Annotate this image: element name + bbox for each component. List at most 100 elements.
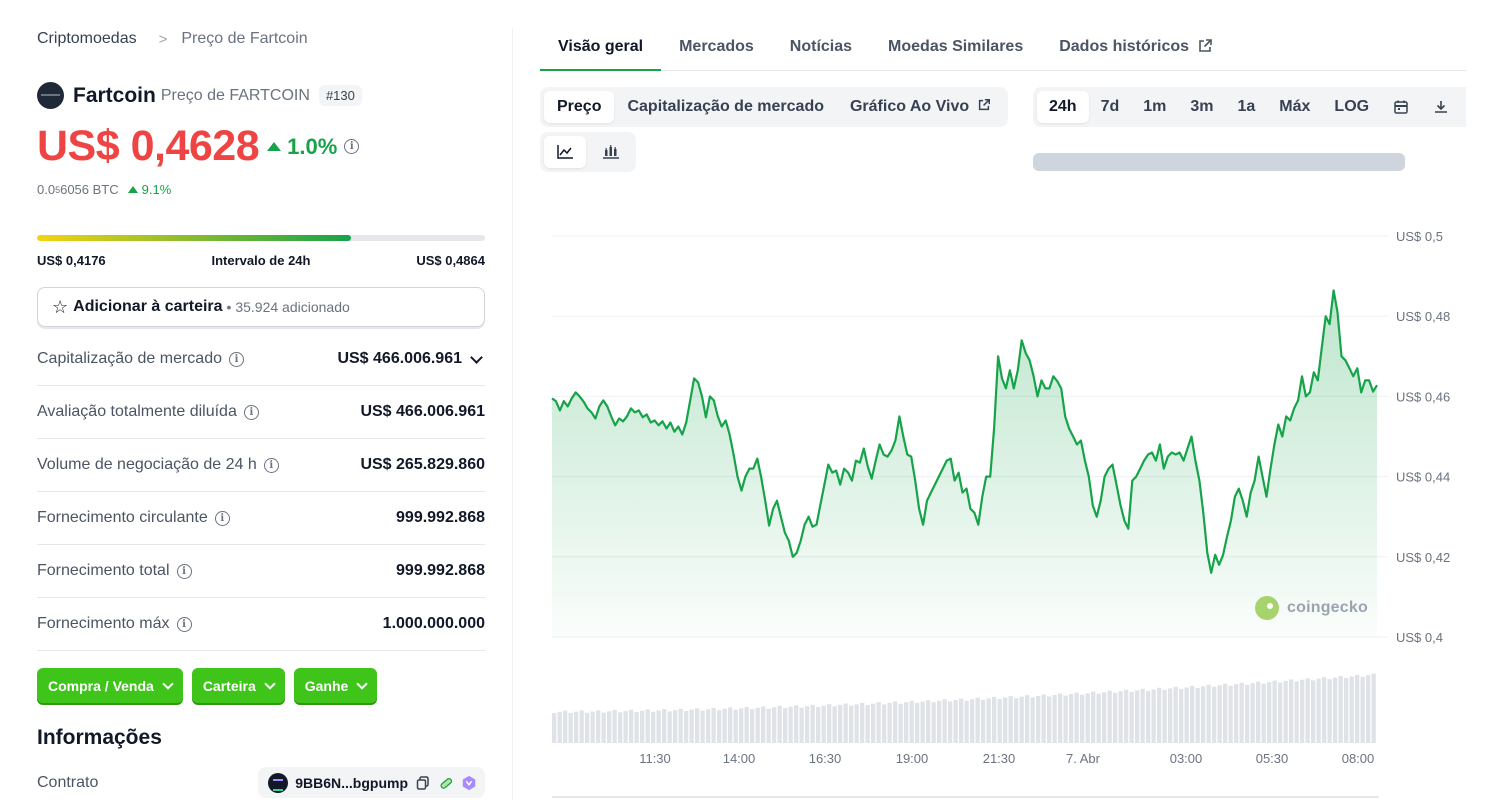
- info-icon[interactable]: i: [243, 404, 259, 420]
- price-chart[interactable]: US$ 0,4 US$ 0,42 US$ 0,44 US$ 0,46 US$ 0,48 U…: [540, 200, 1466, 800]
- range-3m[interactable]: 3m: [1178, 91, 1225, 123]
- chart-tab-live-label: Gráfico Ao Vivo: [849, 98, 970, 115]
- y-tick-label: US$ 0,5: [1396, 229, 1443, 244]
- metamask-icon[interactable]: [461, 775, 477, 791]
- price-row: US$ 0,4628 1.0% i: [37, 122, 360, 171]
- volume-bar: [722, 708, 727, 743]
- range-log[interactable]: LOG: [1322, 91, 1381, 123]
- volume-bar: [744, 707, 749, 743]
- volume-bar: [1349, 676, 1354, 743]
- x-tick-label: 03:00: [1170, 751, 1203, 766]
- info-icon[interactable]: i: [214, 510, 230, 526]
- stat-row-volume: Volume de negociação de 24 h i US$ 265.82…: [37, 439, 485, 492]
- volume-bar: [1030, 697, 1035, 743]
- volume-bar: [871, 703, 876, 743]
- tab-markets[interactable]: Mercados: [661, 26, 772, 71]
- volume-bar: [1069, 694, 1074, 743]
- wallet-button[interactable]: Carteira: [191, 668, 285, 703]
- candlestick-icon[interactable]: [590, 136, 632, 168]
- coin-logo-icon: [37, 82, 64, 109]
- calendar-icon[interactable]: [1381, 91, 1421, 123]
- tab-similar-coins[interactable]: Moedas Similares: [870, 26, 1041, 71]
- coin-subtitle: Preço de FARTCOIN: [160, 86, 310, 104]
- volume-bar: [1228, 685, 1233, 743]
- info-icon[interactable]: i: [344, 139, 360, 154]
- tab-historical-data[interactable]: Dados históricos: [1041, 26, 1231, 71]
- tab-news[interactable]: Notícias: [772, 26, 870, 71]
- y-tick-label: US$ 0,4: [1396, 630, 1443, 645]
- chart-tab-live[interactable]: Gráfico Ao Vivo: [837, 91, 1004, 123]
- volume-bar: [849, 705, 854, 743]
- stat-value: 999.992.868: [396, 562, 485, 579]
- volume-bar: [827, 704, 832, 743]
- price-change: 1.0%: [267, 134, 337, 160]
- earn-button[interactable]: Ganhe: [293, 668, 378, 703]
- volume-bar: [1355, 674, 1360, 743]
- external-link-icon: [1197, 38, 1213, 59]
- range-max[interactable]: Máx: [1267, 91, 1322, 123]
- info-icon[interactable]: i: [229, 351, 244, 367]
- market-cap-dropdown[interactable]: US$ 466.006.961: [337, 350, 485, 368]
- volume-bar: [1124, 689, 1129, 743]
- info-icon[interactable]: i: [176, 563, 192, 579]
- volume-bar: [607, 711, 612, 743]
- volume-bar: [585, 712, 590, 743]
- range-1a[interactable]: 1a: [1226, 91, 1268, 123]
- range-1m[interactable]: 1m: [1131, 91, 1178, 123]
- stat-row-fdv: Avaliação totalmente diluída i US$ 466.00…: [37, 386, 485, 439]
- volume-bar: [821, 705, 826, 743]
- buy-sell-button[interactable]: Compra / Venda: [37, 668, 183, 703]
- volume-bar: [1267, 682, 1272, 743]
- external-link-icon: [977, 98, 991, 117]
- volume-bar: [1278, 682, 1283, 743]
- solana-icon: [268, 772, 289, 793]
- line-chart-icon[interactable]: [544, 136, 586, 168]
- info-icon[interactable]: i: [176, 616, 192, 632]
- x-tick-label: 16:30: [809, 751, 842, 766]
- range-24h[interactable]: 24h: [1037, 91, 1089, 123]
- volume-bar: [755, 707, 760, 743]
- volume-bar: [832, 706, 837, 743]
- volume-bar: [1201, 686, 1206, 743]
- volume-bar: [970, 699, 975, 743]
- tab-historical-label: Dados históricos: [1059, 38, 1190, 55]
- volume-bar: [1025, 695, 1030, 743]
- volume-bar: [1140, 688, 1145, 743]
- volume-bar: [1184, 687, 1189, 743]
- volume-bar: [612, 710, 617, 743]
- volume-bar: [695, 708, 700, 743]
- x-tick-label: 7. Abr: [1066, 751, 1101, 766]
- stat-row-total-supply: Fornecimento total i 999.992.868: [37, 545, 485, 598]
- breadcrumb-root-link[interactable]: Criptomoedas: [37, 30, 137, 48]
- volume-bar: [1344, 678, 1349, 743]
- stat-row-max-supply: Fornecimento máx i 1.000.000.000: [37, 598, 485, 651]
- volume-bar: [706, 709, 711, 743]
- volume-bar: [1283, 680, 1288, 743]
- volume-bar: [865, 705, 870, 743]
- contract-chip[interactable]: 9BB6N...bgpump: [258, 767, 485, 798]
- stat-value: US$ 466.006.961: [337, 350, 462, 367]
- x-tick-label: 11:30: [639, 751, 671, 766]
- wallet-label: Carteira: [202, 677, 256, 694]
- stat-row-market-cap: Capitalização de mercado i US$ 466.006.96…: [37, 333, 485, 386]
- range-7d[interactable]: 7d: [1089, 91, 1132, 123]
- portfolio-count: • 35.924 adicionado: [226, 299, 350, 315]
- add-to-portfolio-button[interactable]: ☆ Adicionar à carteira • 35.924 adiciona…: [37, 287, 485, 327]
- volume-bar: [1217, 685, 1222, 743]
- chart-tab-price[interactable]: Preço: [544, 91, 615, 123]
- volume-bar: [557, 711, 562, 743]
- info-icon[interactable]: i: [263, 457, 279, 473]
- volume-bar: [1212, 686, 1217, 743]
- chevron-down-icon: [356, 677, 368, 690]
- copy-icon[interactable]: [415, 775, 431, 791]
- download-icon[interactable]: [1421, 91, 1461, 123]
- chart-tab-market-cap[interactable]: Capitalização de mercado: [614, 91, 837, 123]
- link-icon[interactable]: [438, 775, 454, 791]
- volume-bar: [1135, 690, 1140, 743]
- earn-label: Ganhe: [304, 677, 349, 694]
- tab-overview[interactable]: Visão geral: [540, 26, 662, 71]
- chart-type-tabs: Preço Capitalização de mercado Gráfico A…: [540, 87, 1009, 127]
- volume-bar: [1162, 689, 1167, 743]
- volume-bar: [596, 710, 601, 743]
- stat-label: Avaliação totalmente diluída: [37, 403, 237, 420]
